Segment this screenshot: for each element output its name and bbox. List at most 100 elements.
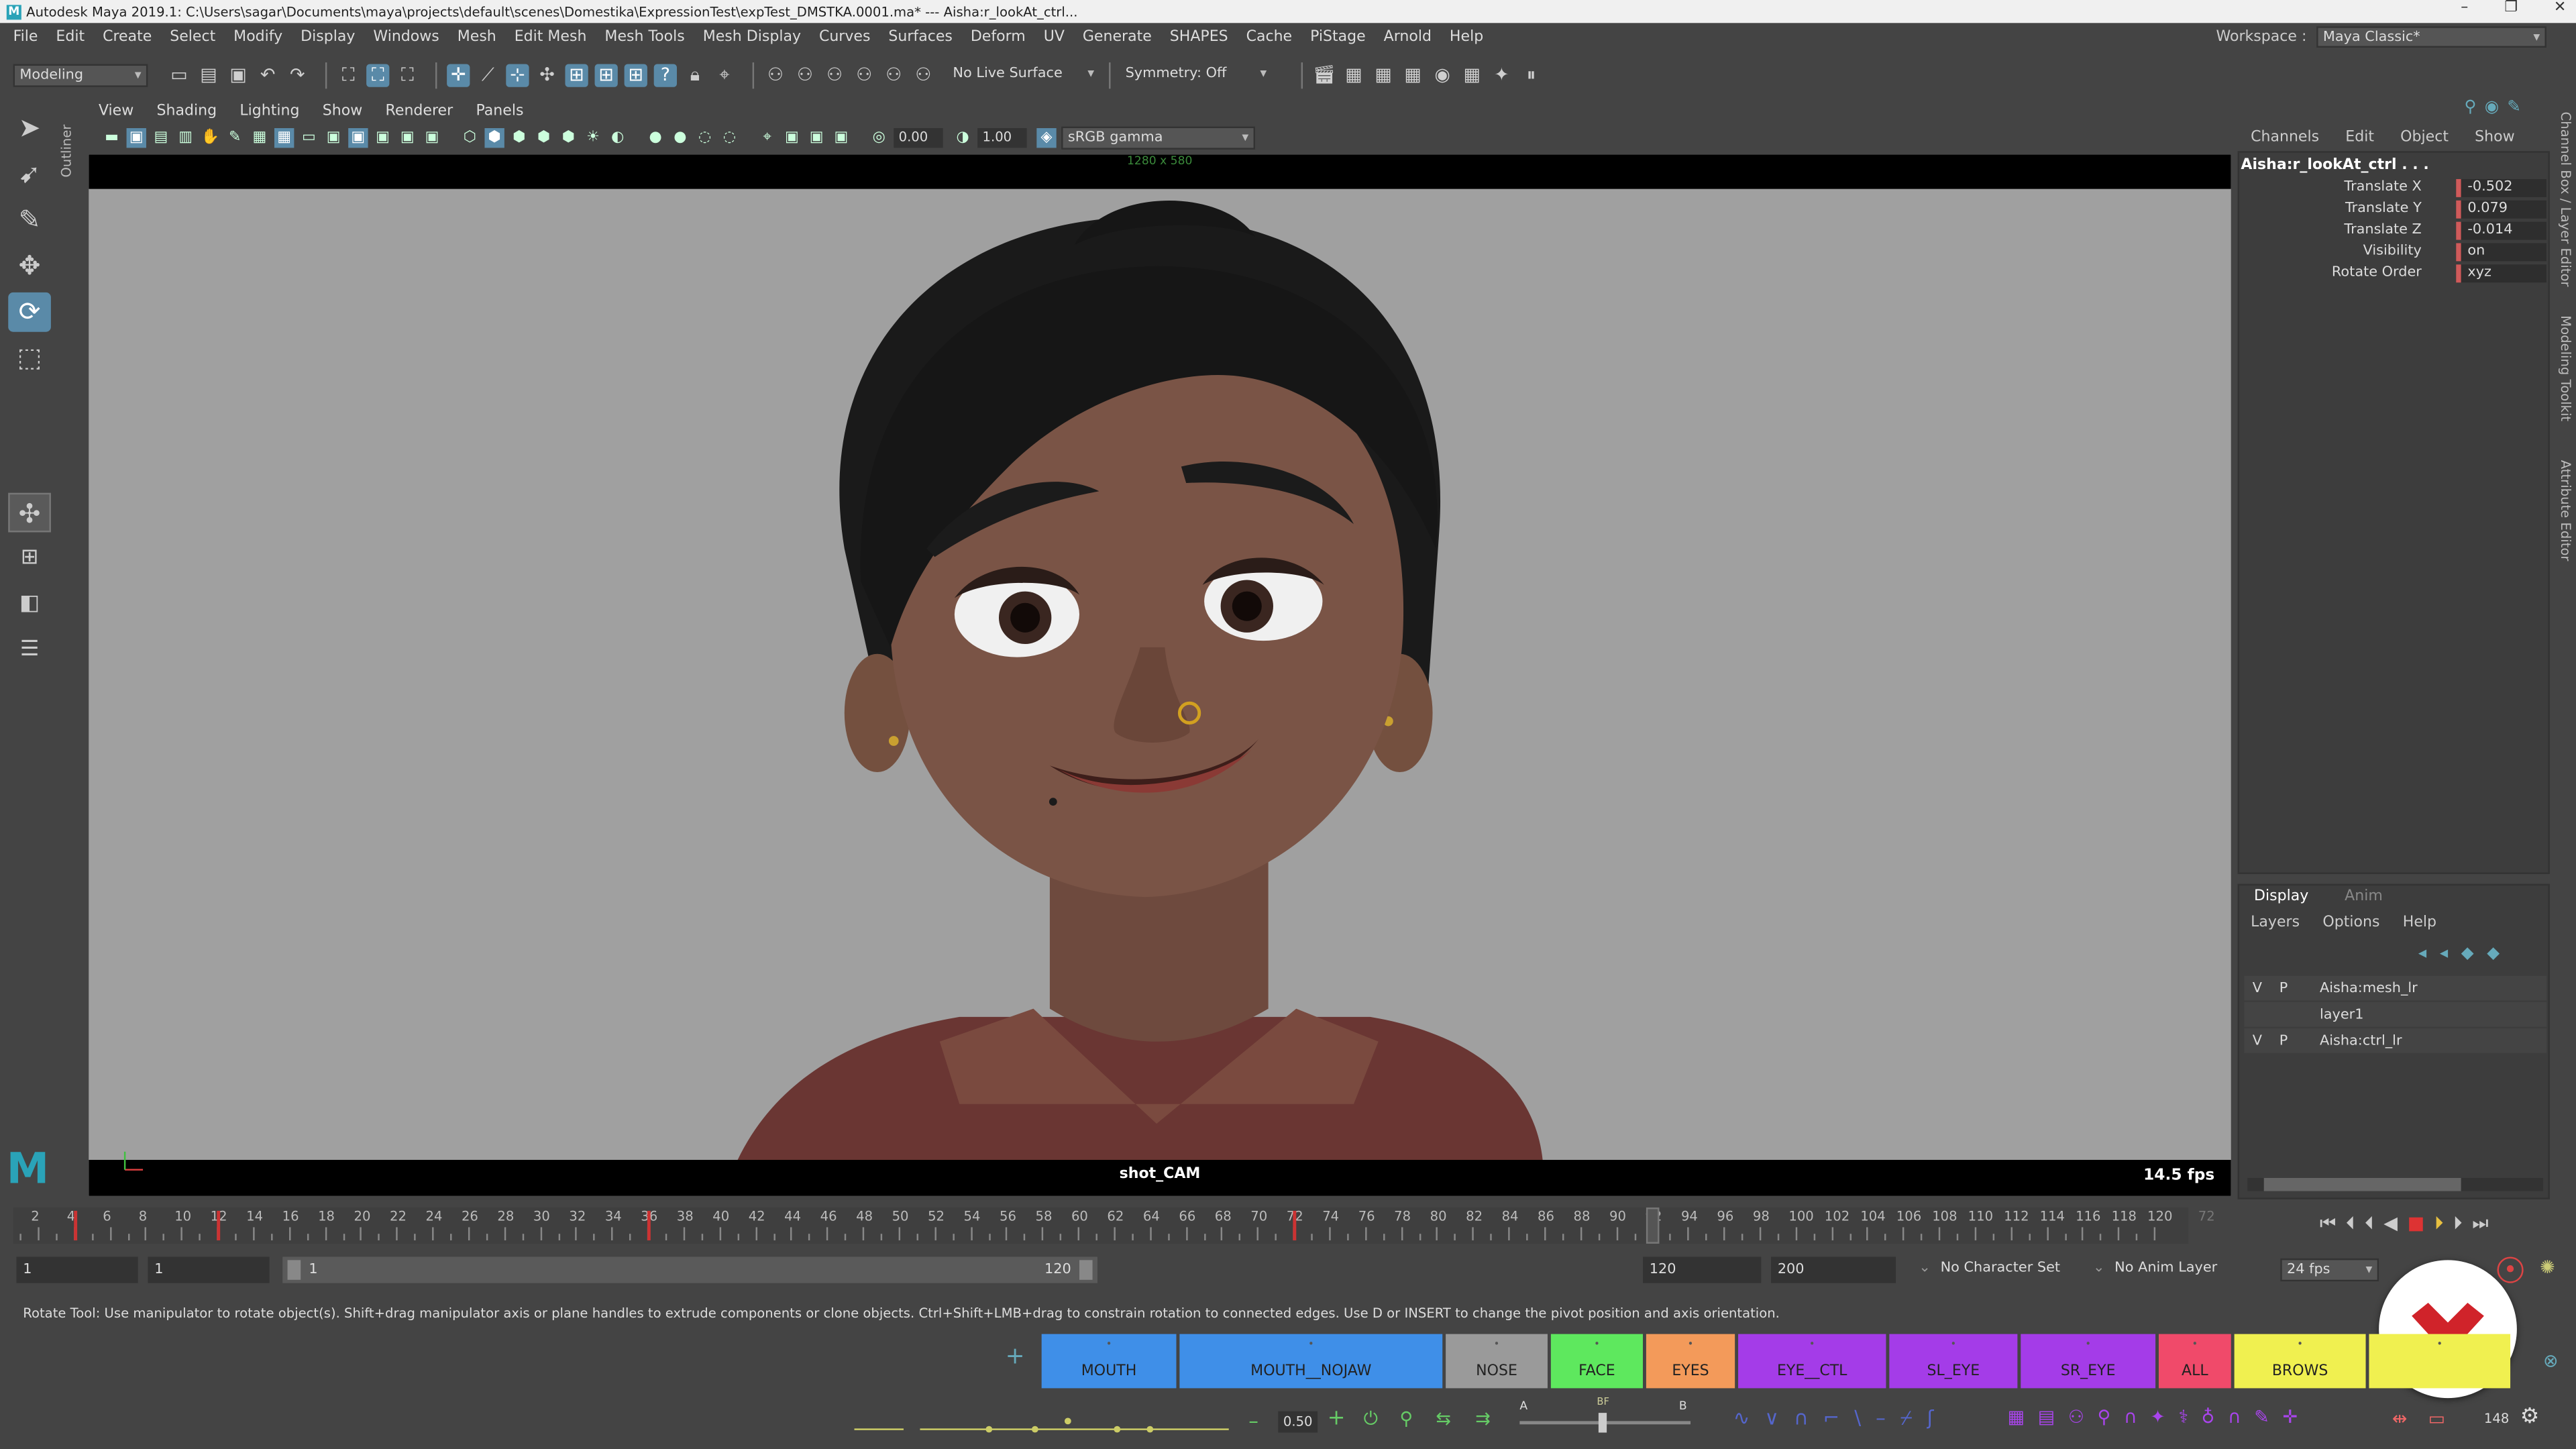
- gamma-field[interactable]: 1.00: [977, 128, 1027, 148]
- menu-arnold[interactable]: Arnold: [1384, 30, 1432, 46]
- curve-tool-3-icon[interactable]: ∩: [1794, 1406, 1809, 1431]
- textured-icon[interactable]: ⬢: [559, 128, 578, 148]
- camera-cut-icon[interactable]: ▭: [2428, 1408, 2445, 1430]
- bookmark-icon[interactable]: ▤: [151, 128, 170, 148]
- mirror-pose-icon[interactable]: ⇹: [2392, 1408, 2408, 1430]
- layer-scroll-thumb[interactable]: [2263, 1177, 2461, 1191]
- cb-menu-channels[interactable]: Channels: [2251, 129, 2319, 146]
- viewport-3d[interactable]: 1280 x 580 shot_CAM 14.5 fps: [89, 154, 2231, 1196]
- menu-curves[interactable]: Curves: [819, 30, 871, 46]
- anim-prefs-icon[interactable]: ✺: [2540, 1256, 2555, 1278]
- new-layer-icon[interactable]: ◆: [2461, 945, 2474, 963]
- two-d-pan-icon[interactable]: ✋: [201, 128, 220, 148]
- menu-select[interactable]: Select: [170, 30, 215, 46]
- misc-tool-5-icon[interactable]: ∩: [2124, 1406, 2137, 1428]
- menu-edit-mesh[interactable]: Edit Mesh: [515, 30, 587, 46]
- menu-pistage[interactable]: PiStage: [1310, 30, 1366, 46]
- step-back-key-icon[interactable]: ⏴︎: [2346, 1212, 2355, 1235]
- misc-tool-6-icon[interactable]: ✦: [2150, 1406, 2165, 1428]
- attr-row[interactable]: Translate X -0.502: [2241, 178, 2546, 199]
- menu-edit[interactable]: Edit: [56, 30, 85, 46]
- menuset-dropdown[interactable]: Modeling: [13, 64, 148, 87]
- cb-menu-edit[interactable]: Edit: [2345, 129, 2374, 146]
- safe-action-icon[interactable]: ▣: [398, 128, 417, 148]
- range-bar[interactable]: 1 120: [282, 1256, 1097, 1283]
- minimize-icon[interactable]: –: [2461, 0, 2468, 16]
- shelf-button-mouth-nojaw[interactable]: • MOUTH__NOJAW: [1179, 1334, 1443, 1389]
- color-management-icon[interactable]: ◈: [1036, 128, 1057, 148]
- start-time-field[interactable]: 1: [16, 1256, 138, 1283]
- shelf-button-brows[interactable]: • BROWS: [2234, 1334, 2366, 1389]
- wireframe-icon[interactable]: ⬡: [460, 128, 480, 148]
- plus-icon[interactable]: +: [1328, 1406, 1346, 1431]
- menu-help[interactable]: Help: [1450, 30, 1483, 46]
- xray-joints-icon[interactable]: ▣: [782, 128, 802, 148]
- lights-icon[interactable]: ☀: [583, 128, 602, 148]
- render-frame-icon[interactable]: 🎬︎: [1313, 64, 1336, 87]
- fps-dropdown[interactable]: 24 fps: [2280, 1258, 2379, 1282]
- select-tool-icon[interactable]: ➤: [8, 109, 51, 148]
- select-component-icon[interactable]: ⛶: [396, 64, 419, 87]
- four-view-icon[interactable]: ⊞: [8, 539, 51, 578]
- shelf-button-sr-eye[interactable]: • SR_EYE: [2021, 1334, 2156, 1389]
- pause-icon[interactable]: ⏸︎: [1519, 64, 1542, 87]
- tag-icon[interactable]: ⚇: [882, 64, 905, 87]
- settings-icon[interactable]: ⚙: [2520, 1405, 2540, 1430]
- snap-together-icon[interactable]: ⊞: [624, 64, 647, 87]
- layer-visibility[interactable]: V: [2244, 1032, 2270, 1049]
- vp-menu-shading[interactable]: Shading: [157, 103, 217, 119]
- cb-menu-show[interactable]: Show: [2475, 129, 2515, 146]
- layer-scrollbar[interactable]: [2247, 1177, 2544, 1191]
- curve-tool-8-icon[interactable]: ʃ: [1927, 1406, 1934, 1431]
- symmetry-dropdown[interactable]: Symmetry: Off: [1120, 64, 1272, 87]
- reset-icon[interactable]: ⏻: [1364, 1408, 1378, 1431]
- misc-tool-1-icon[interactable]: ▦: [2008, 1406, 2025, 1428]
- attr-value[interactable]: -0.502: [2456, 178, 2546, 197]
- keyframe-marker[interactable]: [73, 1210, 77, 1240]
- workspace-dropdown[interactable]: Maya Classic*: [2316, 26, 2546, 48]
- lasso-tool-icon[interactable]: ➹: [8, 154, 51, 194]
- output-ops-icon[interactable]: ⚇: [823, 64, 846, 87]
- backface-icon[interactable]: ▣: [831, 128, 851, 148]
- shelf-button-mouth[interactable]: • MOUTH: [1041, 1334, 1177, 1389]
- question-icon[interactable]: ?: [653, 64, 677, 87]
- menu-generate[interactable]: Generate: [1083, 30, 1152, 46]
- select-hierarchy-icon[interactable]: ⛶: [337, 64, 360, 87]
- layer-row[interactable]: V P Aisha:mesh_lr: [2244, 975, 2546, 1001]
- le-menu-options[interactable]: Options: [2322, 915, 2379, 931]
- side-tab-modeling-toolkit[interactable]: Modeling Toolkit: [2550, 315, 2573, 433]
- attr-row[interactable]: Rotate Order xyz: [2241, 264, 2546, 284]
- redo-icon[interactable]: ↷: [286, 64, 309, 87]
- construction-history-icon[interactable]: ⚇: [853, 64, 875, 87]
- minus-icon[interactable]: –: [1248, 1409, 1258, 1432]
- menu-windows[interactable]: Windows: [373, 30, 439, 46]
- colorspace-dropdown[interactable]: sRGB gamma: [1061, 126, 1256, 150]
- keyframe-marker[interactable]: [1293, 1210, 1297, 1240]
- playback-end-field[interactable]: 120: [1643, 1256, 1762, 1283]
- single-perspective-icon[interactable]: ✣: [8, 492, 51, 533]
- attr-value[interactable]: xyz: [2456, 264, 2546, 283]
- xray-active-icon[interactable]: ▣: [806, 128, 826, 148]
- menu-display[interactable]: Display: [301, 30, 355, 46]
- go-to-start-icon[interactable]: ⏮︎: [2320, 1212, 2336, 1235]
- menu-mesh[interactable]: Mesh: [458, 30, 496, 46]
- misc-tool-9-icon[interactable]: ∩: [2228, 1406, 2241, 1428]
- curve-tool-2-icon[interactable]: ∨: [1764, 1406, 1779, 1431]
- menu-deform[interactable]: Deform: [971, 30, 1026, 46]
- step-forward-key-icon[interactable]: ⏵︎: [2453, 1212, 2462, 1235]
- go-to-end-icon[interactable]: ⏭︎: [2472, 1212, 2488, 1235]
- tween-value-field[interactable]: 0.50: [1278, 1411, 1318, 1433]
- ambient-occlusion-icon[interactable]: ●: [645, 128, 665, 148]
- misc-tool-10-icon[interactable]: ✎: [2254, 1406, 2269, 1428]
- isolate-select-icon[interactable]: ⌖: [757, 128, 777, 148]
- snap-surface-icon[interactable]: ⊞: [565, 64, 588, 87]
- scale-tool-icon[interactable]: ⬚: [8, 338, 51, 378]
- misc-tool-7-icon[interactable]: ⚕: [2178, 1406, 2188, 1428]
- vp-menu-view[interactable]: View: [99, 103, 133, 119]
- channel-icon-1[interactable]: ⚲: [2464, 99, 2476, 117]
- attr-row[interactable]: Translate Z -0.014: [2241, 221, 2546, 241]
- curve-tool-4-icon[interactable]: ⌐: [1823, 1406, 1840, 1431]
- close-icon[interactable]: ✕: [2554, 0, 2566, 16]
- step-back-frame-icon[interactable]: ⏴︎: [2365, 1212, 2373, 1235]
- render-setup-icon[interactable]: ▦: [1460, 64, 1483, 87]
